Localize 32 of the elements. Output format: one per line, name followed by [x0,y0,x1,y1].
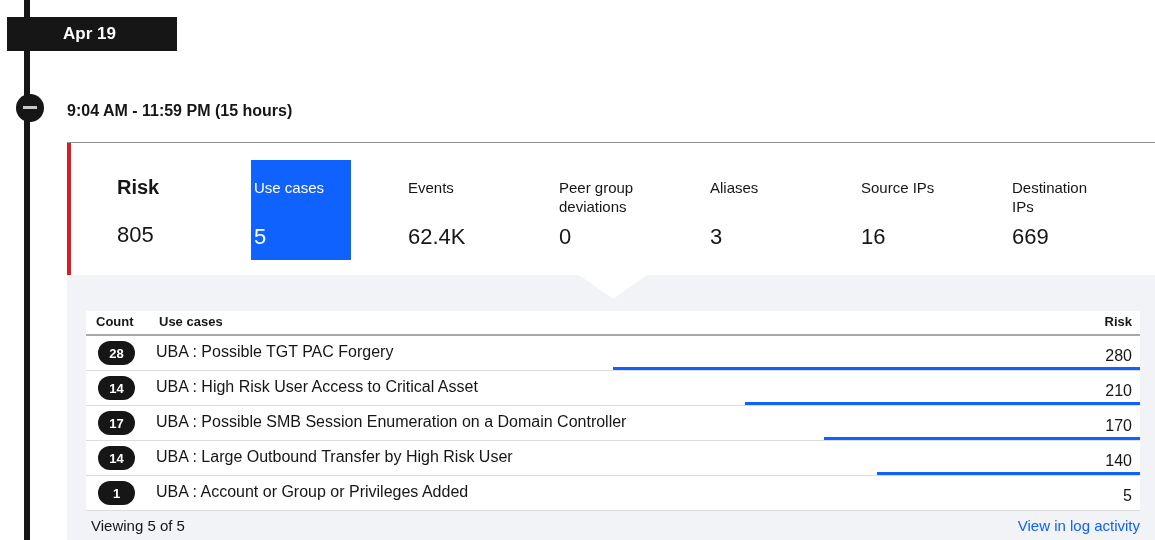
risk-score: 5 [1123,486,1133,506]
date-label: Apr 19 [7,17,177,51]
risk-score: 170 [1105,416,1133,436]
risk-score: 805 [117,221,154,249]
collapse-button[interactable] [16,94,44,122]
use-case-name: UBA : Possible SMB Session Enumeration on a Domain Controller [155,411,628,432]
column-header: Count [95,312,135,331]
count-badge: 14 [98,445,135,470]
summary-tab[interactable]: Source IPs 16 [855,160,975,260]
use-case-name: UBA : Possible TGT PAC Forgery [155,341,395,362]
period-title: 9:04 AM - 11:59 PM (15 hours) [67,101,293,121]
count-badge: 14 [98,375,135,400]
summary-tab[interactable]: Aliases 3 [704,160,824,260]
risk-label: Risk [117,175,160,200]
risk-score: 140 [1105,451,1133,471]
summary-tab[interactable]: Use cases 5 [251,160,351,260]
count-badge: 28 [98,340,135,365]
pagination-text: Viewing 5 of 5 [91,516,185,536]
summary-tab[interactable]: Destination IPs 669 [1006,160,1126,260]
summary-tab[interactable]: Peer group deviations 0 [553,160,673,260]
risk-score: 210 [1105,381,1133,401]
risk-score: 280 [1105,346,1133,366]
use-case-name: UBA : High Risk User Access to Critical Asset [155,376,479,397]
column-header: Risk [1104,312,1133,331]
use-case-name: UBA : Account or Group or Privileges Added [155,481,470,502]
use-case-name: UBA : Large Outbound Transfer by High Risk User [155,446,514,467]
summary-tab[interactable]: Events 62.4K [402,160,522,260]
collapse-icon [23,106,37,110]
log-activity-link[interactable]: View in log activity [1017,515,1140,538]
column-header: Use cases [158,312,224,331]
count-badge: 1 [98,480,135,505]
count-badge: 17 [98,410,135,435]
